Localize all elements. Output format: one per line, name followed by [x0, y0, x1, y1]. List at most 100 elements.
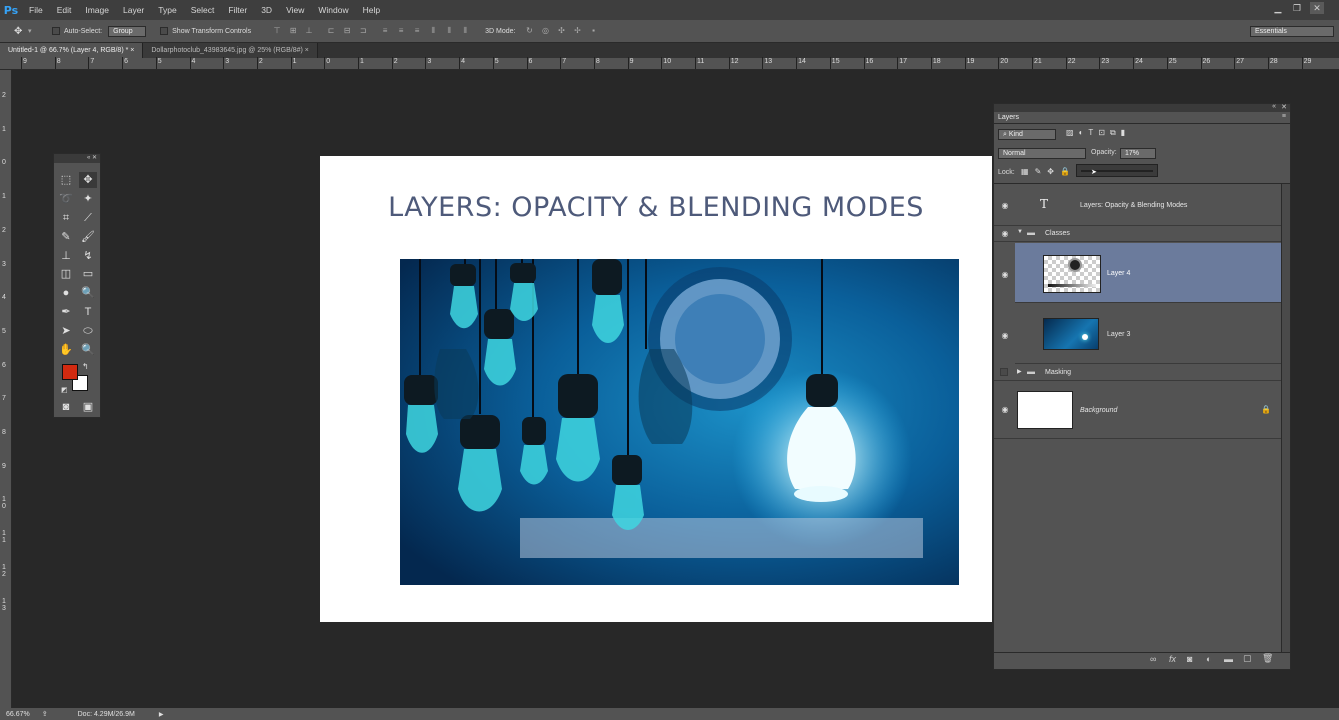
- group-collapse-icon[interactable]: ▶: [1017, 368, 1022, 375]
- layer-row-text[interactable]: ◉ T Layers: Opacity & Blending Modes: [994, 184, 1281, 226]
- menu-layer[interactable]: Layer: [116, 0, 151, 20]
- eyedropper-tool-icon[interactable]: ⟋: [79, 210, 97, 226]
- zoom-level[interactable]: 66.67%: [6, 711, 30, 718]
- workspace-dropdown[interactable]: Essentials: [1250, 26, 1334, 37]
- magic-wand-tool-icon[interactable]: ✦: [79, 191, 97, 207]
- align-right-icon[interactable]: ⊐: [357, 26, 369, 36]
- show-transform-checkbox[interactable]: Show Transform Controls: [160, 27, 251, 35]
- blur-tool-icon[interactable]: ●: [57, 285, 75, 301]
- visibility-eye-icon[interactable]: ◉: [1000, 229, 1010, 239]
- 3d-rotate-icon[interactable]: ↻: [523, 26, 535, 36]
- gradient-tool-icon[interactable]: ▭: [79, 266, 97, 282]
- 3d-slide-icon[interactable]: ✢: [571, 26, 583, 36]
- tools-panel-header[interactable]: « ✕: [54, 154, 100, 163]
- document-tab-1[interactable]: Dollarphotoclub_43983645.jpg @ 25% (RGB/…: [143, 43, 318, 58]
- 3d-drag-icon[interactable]: ✣: [555, 26, 567, 36]
- filter-toggle-icon[interactable]: ▮: [1121, 128, 1125, 138]
- opacity-field[interactable]: 17%: [1120, 148, 1156, 159]
- move-tool-button-icon[interactable]: ✥: [79, 172, 97, 188]
- lock-image-icon[interactable]: ✎: [1035, 167, 1042, 176]
- path-selection-tool-icon[interactable]: ➤: [57, 323, 75, 339]
- restore-icon[interactable]: ❐: [1290, 2, 1304, 14]
- panel-menu-icon[interactable]: ≡: [1282, 113, 1286, 120]
- lock-all-icon[interactable]: 🔒: [1060, 167, 1070, 176]
- crop-tool-icon[interactable]: ⌗: [57, 210, 75, 226]
- adjustment-layer-icon[interactable]: ◐: [1206, 654, 1211, 664]
- filter-pixel-icon[interactable]: ▨: [1066, 128, 1074, 138]
- pen-tool-icon[interactable]: ✒: [57, 304, 75, 320]
- new-layer-icon[interactable]: ▢: [1243, 653, 1252, 664]
- lasso-tool-icon[interactable]: ➰: [57, 191, 75, 207]
- distribute-bottom-icon[interactable]: ≡: [411, 26, 423, 36]
- document-tab-0[interactable]: Untitled-1 @ 66.7% (Layer 4, RGB/8) * ×: [0, 43, 144, 58]
- distribute-right-icon[interactable]: ⦀: [459, 26, 471, 36]
- distribute-left-icon[interactable]: ⦀: [427, 26, 439, 36]
- history-brush-tool-icon[interactable]: ↯: [79, 248, 97, 264]
- visibility-eye-icon[interactable]: ◉: [1000, 270, 1010, 280]
- visibility-eye-icon[interactable]: ◉: [1000, 405, 1010, 415]
- 3d-scale-icon[interactable]: ▪: [587, 26, 599, 36]
- foreground-color-swatch[interactable]: [62, 364, 78, 380]
- minimize-icon[interactable]: ▁: [1271, 2, 1285, 14]
- align-vcenter-icon[interactable]: ⊞: [287, 26, 299, 36]
- brush-tool-icon[interactable]: 🖌: [79, 229, 97, 245]
- align-hcenter-icon[interactable]: ⊟: [341, 26, 353, 36]
- auto-select-dropdown[interactable]: Group: [108, 25, 147, 37]
- document-canvas[interactable]: LAYERS: OPACITY & BLENDING MODES: [320, 156, 992, 622]
- tool-preset-dropdown-icon[interactable]: ▾: [28, 27, 40, 35]
- new-group-icon[interactable]: ▬: [1224, 654, 1233, 664]
- menu-file[interactable]: File: [22, 0, 50, 20]
- show-transform-check[interactable]: [160, 27, 169, 35]
- status-menu-icon[interactable]: ▶: [159, 711, 164, 718]
- distribute-top-icon[interactable]: ≡: [379, 26, 391, 36]
- healing-brush-tool-icon[interactable]: ✎: [57, 229, 75, 245]
- layers-scrollbar[interactable]: [1281, 184, 1290, 652]
- move-tool-icon[interactable]: ✥: [14, 26, 28, 37]
- add-mask-icon[interactable]: ◙: [1187, 654, 1192, 664]
- visibility-eye-icon[interactable]: ◉: [1000, 331, 1010, 341]
- delete-layer-icon[interactable]: 🗑: [1262, 653, 1273, 664]
- layer-row-layer4-selected[interactable]: Layer 4: [1015, 243, 1281, 303]
- hand-tool-icon[interactable]: ✋: [57, 342, 75, 358]
- filter-adjustment-icon[interactable]: ◐: [1079, 128, 1084, 138]
- auto-select-check[interactable]: [52, 27, 60, 35]
- type-tool-icon[interactable]: T: [79, 304, 97, 320]
- layer-row-layer3[interactable]: Layer 3: [1015, 303, 1281, 364]
- ellipse-tool-icon[interactable]: ⬭: [79, 323, 97, 339]
- menu-view[interactable]: View: [279, 0, 311, 20]
- layer-row-group-masking[interactable]: ▶ ▬ Masking: [994, 364, 1281, 381]
- align-bottom-icon[interactable]: ⊥: [303, 26, 315, 36]
- visibility-eye-icon[interactable]: ◉: [1000, 201, 1010, 211]
- close-tab-icon[interactable]: ×: [128, 47, 134, 54]
- collapse-panel-icon[interactable]: «: [1272, 103, 1276, 110]
- clone-stamp-tool-icon[interactable]: ⊥: [57, 248, 75, 264]
- filter-type-icon[interactable]: T: [1088, 128, 1093, 138]
- quick-mask-icon[interactable]: ◙: [57, 399, 75, 415]
- align-left-icon[interactable]: ⊏: [325, 26, 337, 36]
- swap-colors-icon[interactable]: ↰: [82, 362, 89, 371]
- menu-help[interactable]: Help: [356, 0, 387, 20]
- filter-smart-object-icon[interactable]: ⧉: [1110, 128, 1116, 138]
- fx-icon[interactable]: fx: [1169, 654, 1176, 664]
- dodge-tool-icon[interactable]: 🔍: [79, 285, 97, 301]
- visibility-empty-box[interactable]: [1000, 368, 1008, 376]
- layers-tab[interactable]: Layers ≡: [994, 112, 1290, 124]
- close-icon[interactable]: ✕: [1310, 2, 1324, 14]
- lock-transparent-icon[interactable]: ▦: [1021, 167, 1029, 176]
- close-panel-icon[interactable]: ✕: [1281, 103, 1287, 111]
- menu-filter[interactable]: Filter: [221, 0, 254, 20]
- layer-row-background[interactable]: ◉ Background 🔒: [994, 381, 1281, 439]
- distribute-vcenter-icon[interactable]: ≡: [395, 26, 407, 36]
- layer-row-group-classes[interactable]: ◉ ▼ ▬ Classes: [994, 226, 1281, 242]
- status-share-icon[interactable]: ⇪: [42, 710, 48, 718]
- screen-mode-icon[interactable]: ▣: [79, 399, 97, 415]
- blend-mode-dropdown[interactable]: Normal: [998, 148, 1086, 159]
- link-layers-icon[interactable]: ∞: [1150, 654, 1156, 664]
- menu-type[interactable]: Type: [151, 0, 183, 20]
- distribute-hcenter-icon[interactable]: ⦀: [443, 26, 455, 36]
- menu-3d[interactable]: 3D: [254, 0, 279, 20]
- filter-kind-dropdown[interactable]: ⌕ Kind: [998, 129, 1056, 140]
- lock-position-icon[interactable]: ✥: [1047, 167, 1054, 176]
- group-expand-icon[interactable]: ▼: [1017, 229, 1023, 235]
- zoom-tool-icon[interactable]: 🔍: [79, 342, 97, 358]
